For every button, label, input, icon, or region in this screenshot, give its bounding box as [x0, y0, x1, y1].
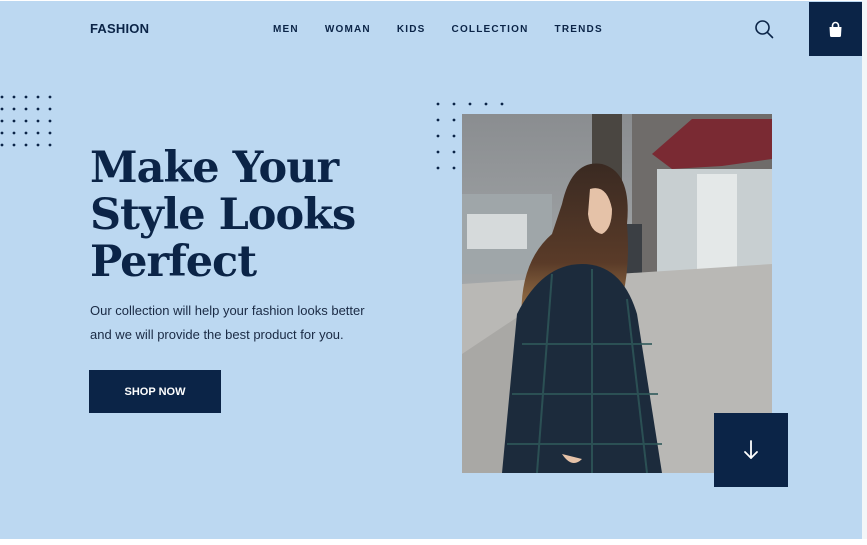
scroll-down-button[interactable] — [714, 413, 788, 487]
arrow-down-icon — [744, 440, 758, 459]
description-line: Our collection will help your fashion lo… — [90, 303, 365, 318]
headline-line: Style Looks — [90, 190, 356, 240]
headline-line: Make Your — [90, 143, 339, 193]
nav-item-men[interactable]: MEN — [273, 24, 299, 35]
nav-item-kids[interactable]: KIDS — [397, 24, 426, 35]
headline-line: Perfect — [90, 237, 257, 287]
nav-item-trends[interactable]: TRENDS — [555, 24, 603, 35]
search-icon[interactable] — [754, 19, 774, 39]
shopping-bag-icon — [829, 21, 842, 37]
page-edge — [862, 0, 867, 545]
hero-description: Our collection will help your fashion lo… — [90, 299, 390, 347]
next-section-edge — [0, 539, 867, 545]
description-line: and we will provide the best product for… — [90, 327, 344, 342]
hero-section: FASHION MEN WOMAN KIDS COLLECTION TRENDS — [0, 0, 862, 539]
hero-headline: Make Your Style Looks Perfect — [90, 145, 410, 286]
nav-item-collection[interactable]: COLLECTION — [452, 24, 529, 35]
brand-logo[interactable]: FASHION — [90, 21, 149, 36]
decorative-dots-left — [0, 95, 52, 147]
nav-item-woman[interactable]: WOMAN — [325, 24, 371, 35]
cart-button[interactable] — [809, 2, 862, 56]
shop-now-button[interactable]: SHOP NOW — [89, 370, 221, 413]
main-nav: MEN WOMAN KIDS COLLECTION TRENDS — [273, 24, 603, 35]
